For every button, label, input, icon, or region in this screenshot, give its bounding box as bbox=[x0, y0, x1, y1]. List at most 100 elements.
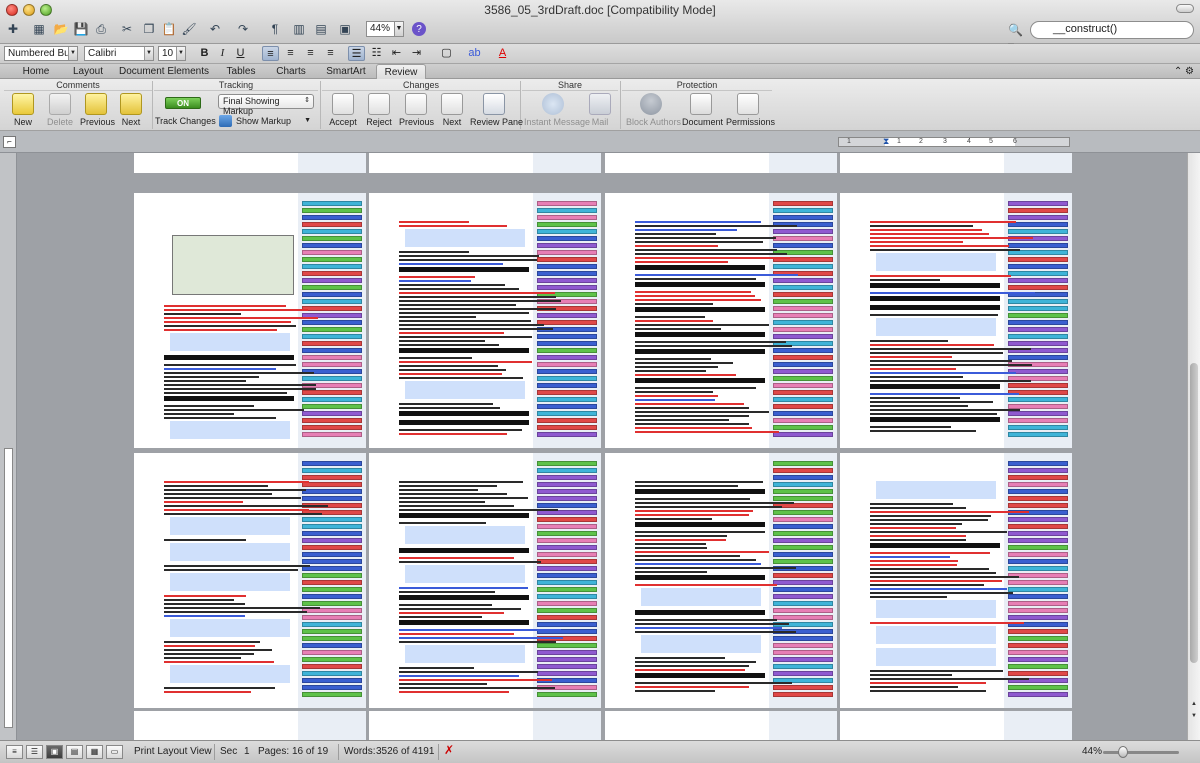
publishing-view-button[interactable]: ▣ bbox=[46, 745, 63, 759]
font-size-select[interactable]: 10 ▼ bbox=[158, 46, 186, 61]
markup-mode-select[interactable]: Final Showing Markup ⇕ bbox=[218, 94, 314, 116]
notebook-view-button[interactable]: ▦ bbox=[86, 745, 103, 759]
change-balloon[interactable] bbox=[773, 404, 833, 409]
accept-change-button[interactable]: Accept bbox=[328, 93, 358, 129]
print-layout-view-button[interactable]: ▤ bbox=[66, 745, 83, 759]
change-balloon[interactable] bbox=[773, 552, 833, 557]
change-balloon[interactable] bbox=[1008, 636, 1068, 641]
mail-button[interactable]: Mail bbox=[586, 93, 614, 129]
change-balloon[interactable] bbox=[773, 559, 833, 564]
change-balloon[interactable] bbox=[1008, 489, 1068, 494]
change-balloon[interactable] bbox=[1008, 685, 1068, 690]
tab-home[interactable]: Home bbox=[14, 64, 58, 79]
change-balloon[interactable] bbox=[1008, 552, 1068, 557]
change-balloon[interactable] bbox=[773, 615, 833, 620]
change-balloon[interactable] bbox=[537, 215, 597, 220]
change-balloon[interactable] bbox=[537, 615, 597, 620]
change-balloon[interactable] bbox=[1008, 650, 1068, 655]
change-balloon[interactable] bbox=[302, 559, 362, 564]
save-icon[interactable]: 💾 bbox=[72, 20, 90, 38]
change-balloon[interactable] bbox=[302, 404, 362, 409]
redo-icon[interactable]: ↷ bbox=[234, 20, 252, 38]
bullets-icon[interactable]: ☰ bbox=[348, 46, 365, 61]
change-balloon[interactable] bbox=[773, 608, 833, 613]
change-balloon[interactable] bbox=[773, 468, 833, 473]
reject-change-button[interactable]: Reject bbox=[364, 93, 394, 129]
change-balloon[interactable] bbox=[302, 531, 362, 536]
change-balloon[interactable] bbox=[302, 622, 362, 627]
document-page-thumbnail[interactable] bbox=[369, 711, 601, 740]
change-balloon[interactable] bbox=[302, 566, 362, 571]
indent-icon[interactable]: ⇥ bbox=[408, 46, 425, 61]
underline-button[interactable]: U bbox=[232, 46, 249, 61]
document-page-thumbnail[interactable] bbox=[369, 453, 601, 708]
change-balloon[interactable] bbox=[537, 517, 597, 522]
change-balloon[interactable] bbox=[1008, 215, 1068, 220]
change-balloon[interactable] bbox=[773, 348, 833, 353]
change-balloon[interactable] bbox=[537, 643, 597, 648]
change-balloon[interactable] bbox=[537, 573, 597, 578]
change-balloon[interactable] bbox=[1008, 531, 1068, 536]
style-select[interactable]: Numbered Bu... ▼ bbox=[4, 46, 78, 61]
change-balloon[interactable] bbox=[302, 229, 362, 234]
change-balloon[interactable] bbox=[773, 306, 833, 311]
change-balloon[interactable] bbox=[1008, 264, 1068, 269]
format-painter-icon[interactable]: 🖌 bbox=[180, 20, 198, 38]
change-balloon[interactable] bbox=[302, 601, 362, 606]
change-balloon[interactable] bbox=[773, 334, 833, 339]
change-balloon[interactable] bbox=[537, 404, 597, 409]
change-balloon[interactable] bbox=[537, 285, 597, 290]
change-balloon[interactable] bbox=[537, 271, 597, 276]
change-balloon[interactable] bbox=[537, 418, 597, 423]
change-balloon[interactable] bbox=[302, 222, 362, 227]
change-balloon[interactable] bbox=[302, 201, 362, 206]
change-balloon[interactable] bbox=[302, 552, 362, 557]
indent-marker-icon[interactable]: ⧗ bbox=[883, 136, 889, 147]
change-balloon[interactable] bbox=[302, 355, 362, 360]
change-balloon[interactable] bbox=[1008, 257, 1068, 262]
change-balloon[interactable] bbox=[773, 643, 833, 648]
change-balloon[interactable] bbox=[773, 650, 833, 655]
change-balloon[interactable] bbox=[1008, 355, 1068, 360]
document-workspace[interactable] bbox=[17, 153, 1187, 740]
change-balloon[interactable] bbox=[537, 692, 597, 697]
change-balloon[interactable] bbox=[537, 531, 597, 536]
change-balloon[interactable] bbox=[773, 545, 833, 550]
change-balloon[interactable] bbox=[537, 250, 597, 255]
change-balloon[interactable] bbox=[773, 201, 833, 206]
cut-icon[interactable]: ✂ bbox=[118, 20, 136, 38]
change-balloon[interactable] bbox=[302, 362, 362, 367]
horizontal-ruler[interactable]: 1 1 2 3 4 5 6 ⧗ bbox=[838, 136, 1070, 147]
change-balloon[interactable] bbox=[773, 657, 833, 662]
change-balloon[interactable] bbox=[302, 573, 362, 578]
change-balloon[interactable] bbox=[1008, 461, 1068, 466]
change-balloon[interactable] bbox=[302, 320, 362, 325]
change-balloon[interactable] bbox=[537, 587, 597, 592]
document-page-thumbnail[interactable] bbox=[605, 193, 837, 448]
change-balloon[interactable] bbox=[1008, 327, 1068, 332]
change-balloon[interactable] bbox=[773, 510, 833, 515]
change-balloon[interactable] bbox=[537, 201, 597, 206]
track-changes-toggle[interactable]: ON bbox=[165, 97, 201, 109]
change-balloon[interactable] bbox=[302, 299, 362, 304]
change-balloon[interactable] bbox=[302, 215, 362, 220]
change-balloon[interactable] bbox=[537, 608, 597, 613]
change-balloon[interactable] bbox=[773, 369, 833, 374]
change-balloon[interactable] bbox=[1008, 278, 1068, 283]
zoom-slider-knob[interactable] bbox=[1118, 746, 1128, 758]
change-balloon[interactable] bbox=[537, 243, 597, 248]
change-balloon[interactable] bbox=[773, 264, 833, 269]
change-balloon[interactable] bbox=[302, 482, 362, 487]
change-balloon[interactable] bbox=[773, 229, 833, 234]
change-balloon[interactable] bbox=[1008, 587, 1068, 592]
change-balloon[interactable] bbox=[537, 334, 597, 339]
search-icon[interactable]: 🔍▾ bbox=[1008, 22, 1028, 53]
change-balloon[interactable] bbox=[302, 208, 362, 213]
change-balloon[interactable] bbox=[1008, 369, 1068, 374]
change-balloon[interactable] bbox=[1008, 503, 1068, 508]
change-balloon[interactable] bbox=[1008, 643, 1068, 648]
document-page-thumbnail[interactable] bbox=[840, 193, 1072, 448]
ribbon-options-icon[interactable]: ⌃ ⚙ bbox=[1174, 64, 1194, 79]
document-page-thumbnail[interactable] bbox=[840, 453, 1072, 708]
change-balloon[interactable] bbox=[302, 475, 362, 480]
